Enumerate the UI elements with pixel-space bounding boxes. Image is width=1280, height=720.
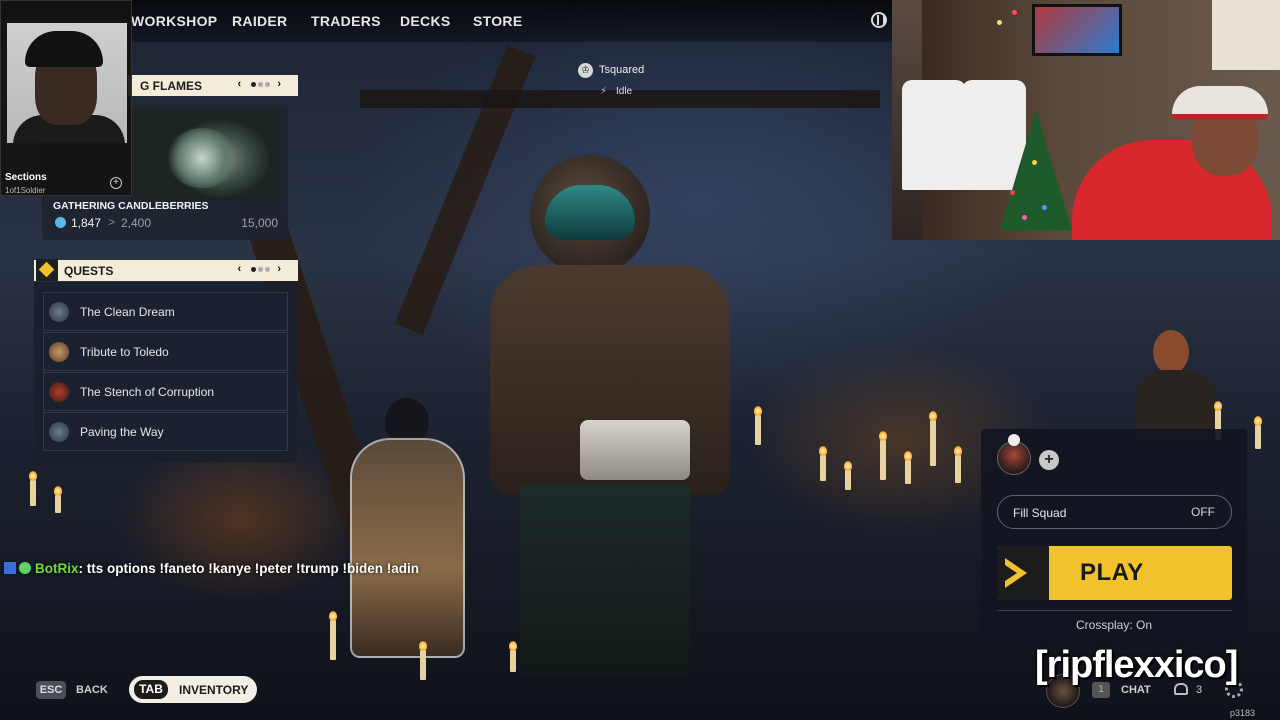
nav-store[interactable]: STORE (473, 13, 522, 29)
quest-label: The Stench of Corruption (80, 385, 215, 399)
quest-item[interactable]: Tribute to Toledo (43, 332, 288, 371)
album-title: Sections (5, 172, 47, 183)
candle (954, 446, 962, 483)
webcam-shirt (902, 80, 966, 190)
now-playing-album: Sections 1of1Soldier + (0, 0, 132, 196)
quests-diamond-icon (36, 259, 58, 281)
verified-check-icon (19, 562, 31, 574)
robed-statue (345, 398, 465, 658)
squad-leader-crown-icon (1008, 434, 1020, 446)
progress-current: 1,847 (71, 216, 102, 230)
candle (419, 641, 427, 680)
candle (1254, 416, 1262, 449)
quest-item[interactable]: The Clean Dream (43, 292, 288, 331)
tree-light (1042, 205, 1047, 210)
play-button[interactable]: PLAY (997, 546, 1232, 600)
flames-panel-header: G FLAMES ‹ › (128, 75, 298, 96)
candle (879, 431, 887, 480)
nav-decks[interactable]: DECKS (400, 13, 451, 29)
streamer-cap (1172, 86, 1268, 120)
quest-giver-avatar (49, 422, 69, 442)
squad-panel: + Fill Squad OFF PLAY Crossplay: On (981, 429, 1247, 645)
quests-pager[interactable]: ‹ › (238, 263, 284, 275)
tree-light (1022, 215, 1027, 220)
player-name: Tsquared (599, 64, 645, 76)
esc-key[interactable]: ESC (36, 681, 66, 699)
candleberry-tree-image (132, 108, 280, 200)
progress-next: 2,400 (121, 216, 152, 230)
candle (29, 471, 37, 506)
quest-label: The Clean Dream (80, 305, 175, 319)
play-chevron-icon (997, 546, 1049, 600)
wreath-light (1012, 10, 1017, 15)
webcam-window (1212, 0, 1280, 70)
flames-pager[interactable]: ‹ › (238, 78, 284, 90)
quest-label: Paving the Way (80, 425, 164, 439)
nav-raider[interactable]: RAIDER (232, 13, 287, 29)
party-leader-crown-icon: ♔ (578, 63, 593, 78)
quests-panel-title: QUESTS (64, 264, 114, 278)
album-art (7, 23, 127, 143)
chat-username: BotRix (35, 561, 79, 576)
nav-workshop[interactable]: WORKSHOP (131, 13, 217, 29)
raider-character (470, 155, 750, 675)
progress-token-icon (55, 217, 66, 228)
currency-icon[interactable] (871, 12, 887, 28)
build-version: p3183 (1230, 708, 1256, 718)
flames-card-title: GATHERING CANDLEBERRIES (53, 200, 209, 212)
quest-giver-avatar (49, 342, 69, 362)
background-npc (1135, 330, 1215, 440)
crossplay-status: Crossplay: On (1075, 618, 1153, 632)
webcam-tv (1032, 4, 1122, 56)
inventory-button[interactable]: TAB INVENTORY (129, 676, 257, 703)
quest-item[interactable]: The Stench of Corruption (43, 372, 288, 411)
platform-badge-icon (4, 562, 16, 574)
quest-giver-avatar (49, 302, 69, 322)
squad-member-avatar[interactable] (997, 441, 1031, 475)
wreath-light (997, 20, 1002, 25)
candle (819, 446, 827, 481)
candle (754, 406, 762, 445)
album-artist: 1of1Soldier (5, 186, 46, 195)
fill-squad-value: OFF (1191, 505, 1215, 519)
add-icon[interactable]: + (110, 177, 122, 189)
candle (929, 411, 937, 466)
progress-max: 15,000 (241, 216, 278, 230)
candle (509, 641, 517, 672)
stream-chat-message: BotRix: tts options !faneto !kanye !pete… (4, 561, 419, 576)
tab-key: TAB (134, 680, 168, 699)
chat-message-text: : tts options !faneto !kanye !peter !tru… (78, 561, 420, 576)
webcam-christmas-tree (1000, 110, 1072, 230)
fill-squad-toggle[interactable]: Fill Squad OFF (997, 495, 1232, 529)
tree-light (1010, 190, 1015, 195)
quest-giver-avatar (49, 382, 69, 402)
streamer-watermark: [ripflexxico] (1035, 644, 1238, 686)
play-label: PLAY (1080, 559, 1144, 586)
candle (329, 611, 337, 660)
webcam-feed (892, 0, 1280, 240)
add-squad-member-button[interactable]: + (1039, 450, 1059, 470)
flames-panel-title: G FLAMES (140, 79, 202, 93)
candle (844, 461, 852, 490)
status-icon: ⚡ (600, 86, 608, 97)
top-navigation-bar: WORKSHOP RAIDER TRADERS DECKS STORE (0, 0, 892, 42)
fill-squad-label: Fill Squad (1013, 506, 1067, 520)
candle (904, 451, 912, 484)
quests-list: The Clean Dream Tribute to Toledo The St… (34, 282, 297, 462)
back-button[interactable]: BACK (76, 684, 108, 696)
inventory-label: INVENTORY (179, 683, 249, 697)
nav-traders[interactable]: TRADERS (311, 13, 381, 29)
player-status: Idle (616, 86, 633, 97)
candle (54, 486, 62, 513)
quests-panel-header: QUESTS ‹ › (34, 259, 298, 281)
quest-item[interactable]: Paving the Way (43, 412, 288, 451)
quest-label: Tribute to Toledo (80, 345, 169, 359)
tree-light (1032, 160, 1037, 165)
progress-separator-icon: > (108, 215, 116, 229)
divider (997, 610, 1232, 611)
